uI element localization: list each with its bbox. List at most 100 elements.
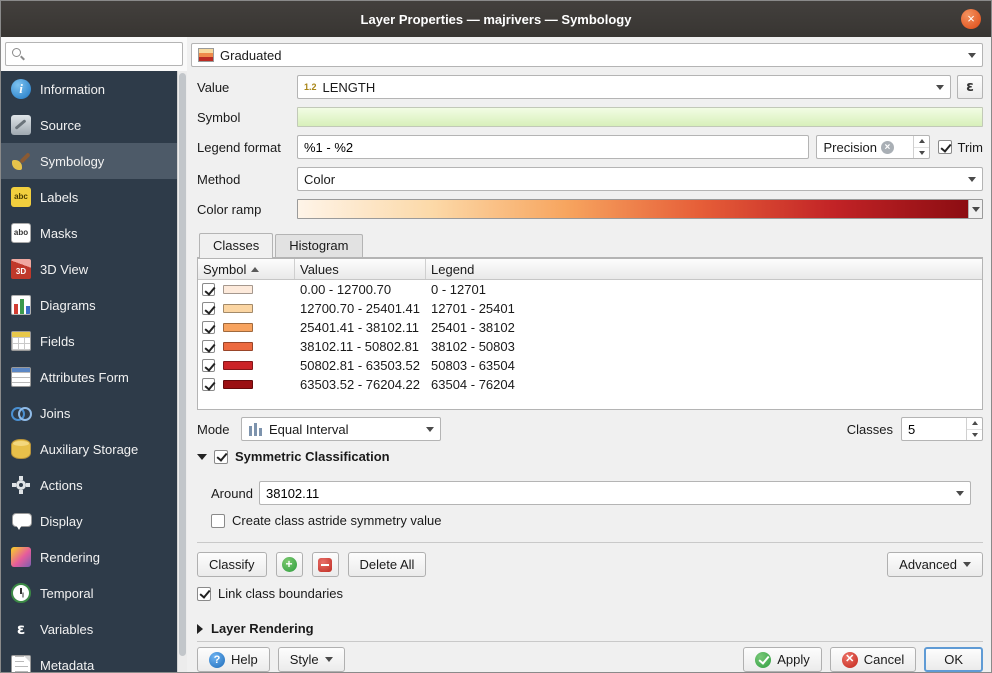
sidebar-item-joins[interactable]: Joins: [1, 395, 177, 431]
class-checkbox[interactable]: [202, 321, 215, 334]
style-button[interactable]: Style: [278, 647, 345, 672]
spin-down-button[interactable]: [914, 148, 929, 159]
spin-up-button[interactable]: [967, 418, 982, 430]
class-values: 25401.41 - 38102.11: [295, 320, 426, 335]
class-color-swatch[interactable]: [223, 342, 253, 351]
class-color-swatch[interactable]: [223, 380, 253, 389]
chevron-down-icon: [325, 657, 333, 662]
sidebar-item-label: Rendering: [40, 550, 100, 565]
masks-icon: [11, 223, 31, 243]
class-row[interactable]: 50802.81 - 63503.52 50803 - 63504: [198, 356, 982, 375]
class-row[interactable]: 38102.11 - 50802.81 38102 - 50803: [198, 337, 982, 356]
sidebar-item-label: Masks: [40, 226, 78, 241]
class-checkbox[interactable]: [202, 378, 215, 391]
layer-properties-dialog: Layer Properties — majrivers — Symbology…: [0, 0, 992, 673]
class-legend: 12701 - 25401: [426, 301, 982, 316]
close-button[interactable]: ×: [961, 9, 981, 29]
tab-histogram[interactable]: Histogram: [275, 234, 362, 257]
sidebar-item-display[interactable]: Display: [1, 503, 177, 539]
method-combo[interactable]: Color: [297, 167, 983, 191]
sidebar-item-label: Attributes Form: [40, 370, 129, 385]
tab-classes[interactable]: Classes: [199, 233, 273, 258]
class-checkbox[interactable]: [202, 302, 215, 315]
sidebar-item-variables[interactable]: Variables: [1, 611, 177, 647]
titlebar[interactable]: Layer Properties — majrivers — Symbology…: [1, 1, 991, 37]
sidebar-item-metadata[interactable]: Metadata: [1, 647, 177, 672]
color-ramp-combo[interactable]: [297, 199, 983, 219]
symbology-icon: [11, 151, 31, 171]
delete-all-button[interactable]: Delete All: [348, 552, 427, 577]
class-color-swatch[interactable]: [223, 361, 253, 370]
class-color-swatch[interactable]: [223, 285, 253, 294]
sidebar-scrollbar[interactable]: [177, 71, 187, 672]
class-checkbox[interactable]: [202, 340, 215, 353]
astride-checkbox[interactable]: [211, 514, 225, 528]
cancel-x-icon: ✕: [842, 652, 858, 668]
sidebar-item-fields[interactable]: Fields: [1, 323, 177, 359]
sidebar-item-labels[interactable]: Labels: [1, 179, 177, 215]
mode-value: Equal Interval: [269, 422, 349, 437]
apply-button[interactable]: Apply: [743, 647, 822, 672]
sidebar-item-information[interactable]: Information: [1, 71, 177, 107]
sidebar-item-rendering[interactable]: Rendering: [1, 539, 177, 575]
class-checkbox[interactable]: [202, 359, 215, 372]
class-row[interactable]: 12700.70 - 25401.41 12701 - 25401: [198, 299, 982, 318]
search-input[interactable]: [28, 44, 180, 64]
symmetric-expander-icon[interactable]: [197, 454, 207, 460]
class-color-swatch[interactable]: [223, 323, 253, 332]
spin-up-button[interactable]: [914, 136, 929, 148]
renderer-combo[interactable]: Graduated: [191, 43, 983, 67]
cancel-button[interactable]: ✕ Cancel: [830, 647, 916, 672]
clear-icon[interactable]: ×: [881, 141, 894, 154]
add-class-button[interactable]: +: [276, 552, 303, 577]
column-header-symbol[interactable]: Symbol: [198, 259, 295, 279]
class-color-swatch[interactable]: [223, 304, 253, 313]
plus-icon: +: [282, 557, 297, 572]
sidebar-item-auxiliary-storage[interactable]: Auxiliary Storage: [1, 431, 177, 467]
classes-spinbox[interactable]: [901, 417, 983, 441]
class-row[interactable]: 0.00 - 12700.70 0 - 12701: [198, 280, 982, 299]
around-input[interactable]: [266, 486, 946, 501]
sidebar-item-diagrams[interactable]: Diagrams: [1, 287, 177, 323]
precision-spinbox[interactable]: Precision ×: [816, 135, 930, 159]
spin-down-button[interactable]: [967, 430, 982, 441]
sidebar-item-attributes-form[interactable]: Attributes Form: [1, 359, 177, 395]
class-row[interactable]: 25401.41 - 38102.11 25401 - 38102: [198, 318, 982, 337]
sidebar-item-label: Fields: [40, 334, 75, 349]
classes-count-input[interactable]: [908, 422, 948, 437]
mode-combo[interactable]: Equal Interval: [241, 417, 441, 441]
symmetric-checkbox[interactable]: [214, 450, 228, 464]
value-field-combo[interactable]: 1.2 LENGTH: [297, 75, 951, 99]
sidebar-item-symbology[interactable]: Symbology: [1, 143, 177, 179]
advanced-button[interactable]: Advanced: [887, 552, 983, 577]
class-row[interactable]: 63503.52 - 76204.22 63504 - 76204: [198, 375, 982, 394]
window-title: Layer Properties — majrivers — Symbology: [361, 12, 632, 27]
trim-checkbox[interactable]: [938, 140, 952, 154]
layer-rendering-expander-icon[interactable]: [197, 624, 203, 634]
classify-button[interactable]: Classify: [197, 552, 267, 577]
sidebar-item-3d-view[interactable]: 3D View: [1, 251, 177, 287]
sidebar-item-temporal[interactable]: Temporal: [1, 575, 177, 611]
sidebar-item-label: Auxiliary Storage: [40, 442, 138, 457]
remove-class-button[interactable]: [312, 552, 339, 577]
classes-table-header: Symbol Values Legend: [198, 259, 982, 280]
class-symbol-cell: [198, 302, 295, 315]
ok-button[interactable]: OK: [924, 647, 983, 672]
sidebar-item-label: Metadata: [40, 658, 94, 673]
link-boundaries-checkbox[interactable]: [197, 587, 211, 601]
sidebar-scrollbar-thumb[interactable]: [179, 73, 186, 656]
column-header-legend[interactable]: Legend: [426, 259, 982, 279]
sidebar-item-masks[interactable]: Masks: [1, 215, 177, 251]
expression-builder-button[interactable]: ε: [957, 75, 983, 99]
color-ramp-preview: [298, 200, 968, 218]
sidebar-item-source[interactable]: Source: [1, 107, 177, 143]
around-combo[interactable]: [259, 481, 971, 505]
class-checkbox[interactable]: [202, 283, 215, 296]
sidebar-item-actions[interactable]: Actions: [1, 467, 177, 503]
class-legend: 25401 - 38102: [426, 320, 982, 335]
help-button[interactable]: ? Help: [197, 647, 270, 672]
symbol-preview[interactable]: [297, 107, 983, 127]
legend-format-input[interactable]: [297, 135, 809, 159]
source-icon: [11, 115, 31, 135]
column-header-values[interactable]: Values: [295, 259, 426, 279]
